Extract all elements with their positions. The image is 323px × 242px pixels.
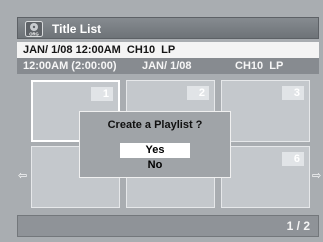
title-thumbnail-3[interactable]: 3 xyxy=(221,80,310,142)
left-arrow-icon[interactable]: ⇦ xyxy=(18,170,27,182)
org-icon-label: ORG xyxy=(29,32,39,37)
create-playlist-dialog: Create a Playlist ? Yes No xyxy=(79,111,231,178)
dialog-prompt: Create a Playlist ? xyxy=(107,119,203,131)
page-footer: 1 / 2 xyxy=(17,215,319,237)
thumbnail-number: 2 xyxy=(187,86,209,100)
yes-option[interactable]: Yes xyxy=(120,143,190,158)
page-indicator: 1 / 2 xyxy=(286,219,310,233)
record-channel-mode: CH10 LP xyxy=(235,60,284,72)
title-thumbnail-6[interactable]: 6 xyxy=(221,146,310,208)
title-detail-bar: 12:00AM (2:00:00) JAN/ 1/08 CH10 LP xyxy=(17,58,319,74)
thumbnail-number: 1 xyxy=(91,87,113,101)
selected-title-info: JAN/ 1/08 12:00AM CH10 LP xyxy=(17,42,319,58)
right-arrow-icon[interactable]: ⇨ xyxy=(312,170,321,182)
record-date: JAN/ 1/08 xyxy=(142,60,192,72)
no-option[interactable]: No xyxy=(120,158,190,172)
thumbnail-number: 3 xyxy=(282,86,304,100)
org-disc-icon: ORG xyxy=(25,21,43,37)
title-list-header: ORG Title List xyxy=(17,17,319,39)
title-record-info: JAN/ 1/08 12:00AM CH10 LP xyxy=(23,44,176,56)
record-time-length: 12:00AM (2:00:00) xyxy=(23,60,117,72)
title-list-screen: ORG Title List JAN/ 1/08 12:00AM CH10 LP… xyxy=(0,0,323,242)
thumbnail-number: 6 xyxy=(282,152,304,166)
page-title: Title List xyxy=(52,22,102,36)
